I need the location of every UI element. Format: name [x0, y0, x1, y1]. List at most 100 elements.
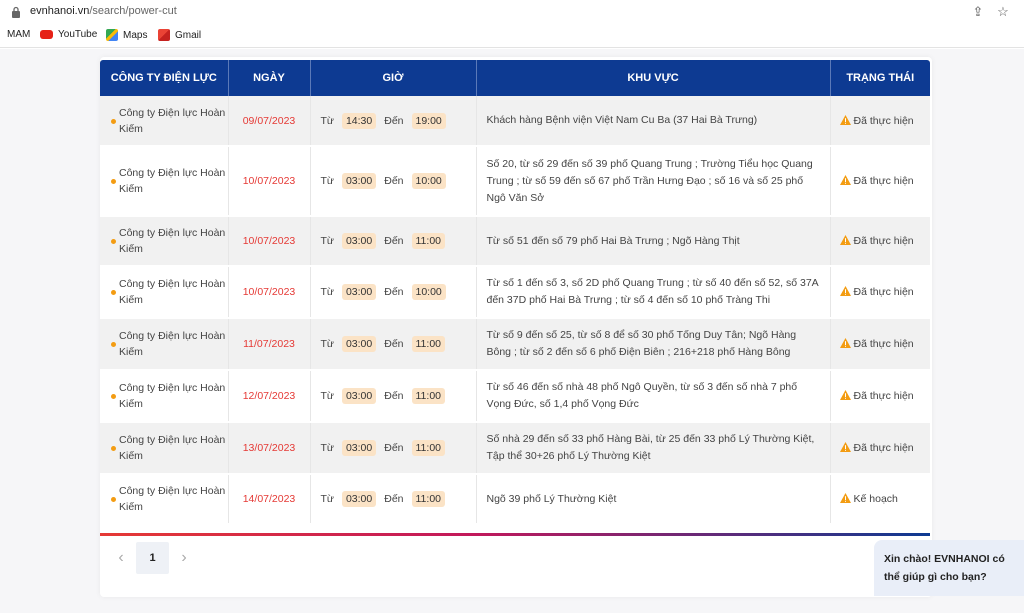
from-label: Từ — [320, 390, 334, 402]
from-time-badge: 03:00 — [341, 440, 377, 456]
url-text[interactable]: evnhanoi.vn/search/power-cut — [30, 5, 177, 17]
chat-widget[interactable]: Xin chào! EVNHANOI có thể giúp gì cho bạ… — [874, 540, 1024, 596]
status-dot-icon — [111, 394, 116, 399]
to-time-badge: 11:00 — [411, 491, 445, 507]
bookmarks-bar: MAM YouTube Maps Gmail — [0, 24, 1024, 48]
company-name: Công ty Điện lực Hoàn Kiếm — [119, 106, 226, 135]
page-number-current[interactable]: 1 — [136, 542, 169, 574]
to-label: Đến — [384, 235, 404, 247]
company-cell: Công ty Điện lực Hoàn Kiếm — [100, 474, 229, 525]
status-text: Kế hoạch — [853, 493, 898, 505]
bookmark-maps[interactable]: Maps — [106, 29, 147, 41]
date-cell: 10/07/2023 — [228, 146, 311, 217]
from-time-badge: 03:00 — [341, 388, 377, 404]
prev-page-button[interactable]: ‹ — [110, 542, 132, 574]
to-time-badge: 11:00 — [411, 440, 445, 456]
area-cell: Ngõ 39 phố Lý Thường Kiệt — [476, 474, 831, 525]
to-time-badge: 11:00 — [411, 388, 445, 404]
share-icon[interactable]: ⇪ — [970, 4, 986, 20]
time-cell: Từ 14:30 Đến 19:00 — [310, 96, 477, 147]
from-label: Từ — [320, 235, 334, 247]
header-status: TRẠNG THÁI — [830, 60, 930, 96]
company-name: Công ty Điện lực Hoàn Kiếm — [119, 167, 226, 195]
to-time-badge: 10:00 — [411, 173, 446, 189]
warning-icon — [839, 114, 851, 125]
company-cell: Công ty Điện lực Hoàn Kiếm — [100, 370, 229, 423]
maps-icon — [106, 29, 118, 41]
warning-icon — [839, 286, 851, 296]
page-body: CÔNG TY ĐIỆN LỰC NGÀY GIỜ KHU VỰC TRẠNG … — [0, 49, 1024, 613]
address-bar[interactable]: evnhanoi.vn/search/power-cut ⇪ ☆ — [0, 0, 1024, 24]
date-cell: 10/07/2023 — [228, 216, 311, 267]
status-text: Đã thực hiện — [853, 286, 914, 298]
status-dot-icon — [111, 342, 116, 347]
warning-icon — [839, 442, 851, 452]
bookmark-mam[interactable]: MAM — [7, 29, 30, 40]
status-cell: Đã thực hiện — [830, 370, 930, 423]
from-time-badge: 03:00 — [341, 233, 377, 249]
status-text: Đã thực hiện — [853, 442, 914, 454]
company-name: Công ty Điện lực Hoàn Kiếm — [119, 278, 226, 306]
status-text: Đã thực hiện — [853, 338, 914, 350]
date-cell: 10/07/2023 — [228, 266, 311, 319]
warning-icon — [839, 493, 851, 503]
table-bottom-bar — [100, 533, 930, 536]
date-cell: 11/07/2023 — [228, 318, 311, 371]
to-label: Đến — [384, 493, 404, 505]
header-company: CÔNG TY ĐIỆN LỰC — [100, 60, 229, 96]
from-label: Từ — [320, 493, 334, 505]
area-cell: Số nhà 29 đến số 33 phố Hàng Bài, từ 25 … — [476, 422, 831, 475]
date-cell: 14/07/2023 — [228, 474, 311, 525]
status-cell: Đã thực hiện — [830, 422, 930, 475]
status-cell: Đã thực hiện — [830, 216, 930, 267]
status-dot-icon — [111, 290, 116, 295]
warning-icon — [839, 175, 851, 185]
company-name: Công ty Điện lực Hoàn Kiếm — [119, 382, 226, 410]
header-area: KHU VỰC — [476, 60, 831, 96]
time-cell: Từ 03:00 Đến 11:00 — [310, 318, 477, 371]
gmail-icon — [158, 29, 170, 41]
time-cell: Từ 03:00 Đến 10:00 — [310, 146, 477, 217]
to-label: Đến — [384, 175, 404, 187]
next-page-button[interactable]: › — [173, 542, 195, 574]
lock-icon — [12, 6, 20, 18]
bookmark-gmail[interactable]: Gmail — [158, 29, 201, 41]
to-label: Đến — [384, 338, 404, 350]
table-row: Công ty Điện lực Hoàn Kiếm 12/07/2023 Từ 03… — [100, 370, 930, 423]
table-row: Công ty Điện lực Hoàn Kiếm 10/07/2023 Từ 03… — [100, 266, 930, 319]
status-cell: Đã thực hiện — [830, 96, 930, 147]
status-cell: Đã thực hiện — [830, 146, 930, 217]
area-cell: Khách hàng Bệnh viện Việt Nam Cu Ba (37 … — [476, 96, 831, 147]
from-time-badge: 03:00 — [341, 491, 377, 507]
from-time-badge: 14:30 — [341, 112, 377, 129]
to-time-badge: 11:00 — [411, 336, 445, 352]
star-icon[interactable]: ☆ — [995, 4, 1011, 20]
company-cell: Công ty Điện lực Hoàn Kiếm — [100, 96, 229, 147]
date-cell: 09/07/2023 — [228, 96, 311, 147]
status-text: Đã thực hiện — [853, 390, 914, 402]
to-time-badge: 19:00 — [411, 112, 446, 129]
from-label: Từ — [320, 286, 334, 298]
to-label: Đến — [384, 390, 404, 402]
from-label: Từ — [320, 175, 334, 187]
bookmark-youtube[interactable]: YouTube — [40, 29, 97, 40]
from-time-badge: 03:00 — [341, 284, 377, 300]
company-cell: Công ty Điện lực Hoàn Kiếm — [100, 422, 229, 475]
date-cell: 13/07/2023 — [228, 422, 311, 475]
company-cell: Công ty Điện lực Hoàn Kiếm — [100, 216, 229, 267]
time-cell: Từ 03:00 Đến 11:00 — [310, 474, 477, 525]
area-cell: Từ số 51 đến số 79 phố Hai Bà Trưng ; Ng… — [476, 216, 831, 267]
area-cell: Từ số 46 đến số nhà 48 phố Ngô Quyền, từ… — [476, 370, 831, 423]
warning-icon — [839, 390, 851, 400]
from-label: Từ — [320, 442, 334, 454]
table-row: Công ty Điện lực Hoàn Kiếm 11/07/2023 Từ 03… — [100, 318, 930, 371]
status-cell: Đã thực hiện — [830, 318, 930, 371]
status-dot-icon — [111, 118, 116, 124]
table-row: Công ty Điện lực Hoàn Kiếm 10/07/2023 Từ 03… — [100, 216, 930, 267]
power-cut-table: CÔNG TY ĐIỆN LỰC NGÀY GIỜ KHU VỰC TRẠNG … — [100, 60, 930, 525]
to-label: Đến — [384, 114, 404, 127]
header-time: GIỜ — [310, 60, 477, 96]
time-cell: Từ 03:00 Đến 11:00 — [310, 216, 477, 267]
warning-icon — [839, 235, 851, 245]
company-name: Công ty Điện lực Hoàn Kiếm — [119, 485, 226, 513]
